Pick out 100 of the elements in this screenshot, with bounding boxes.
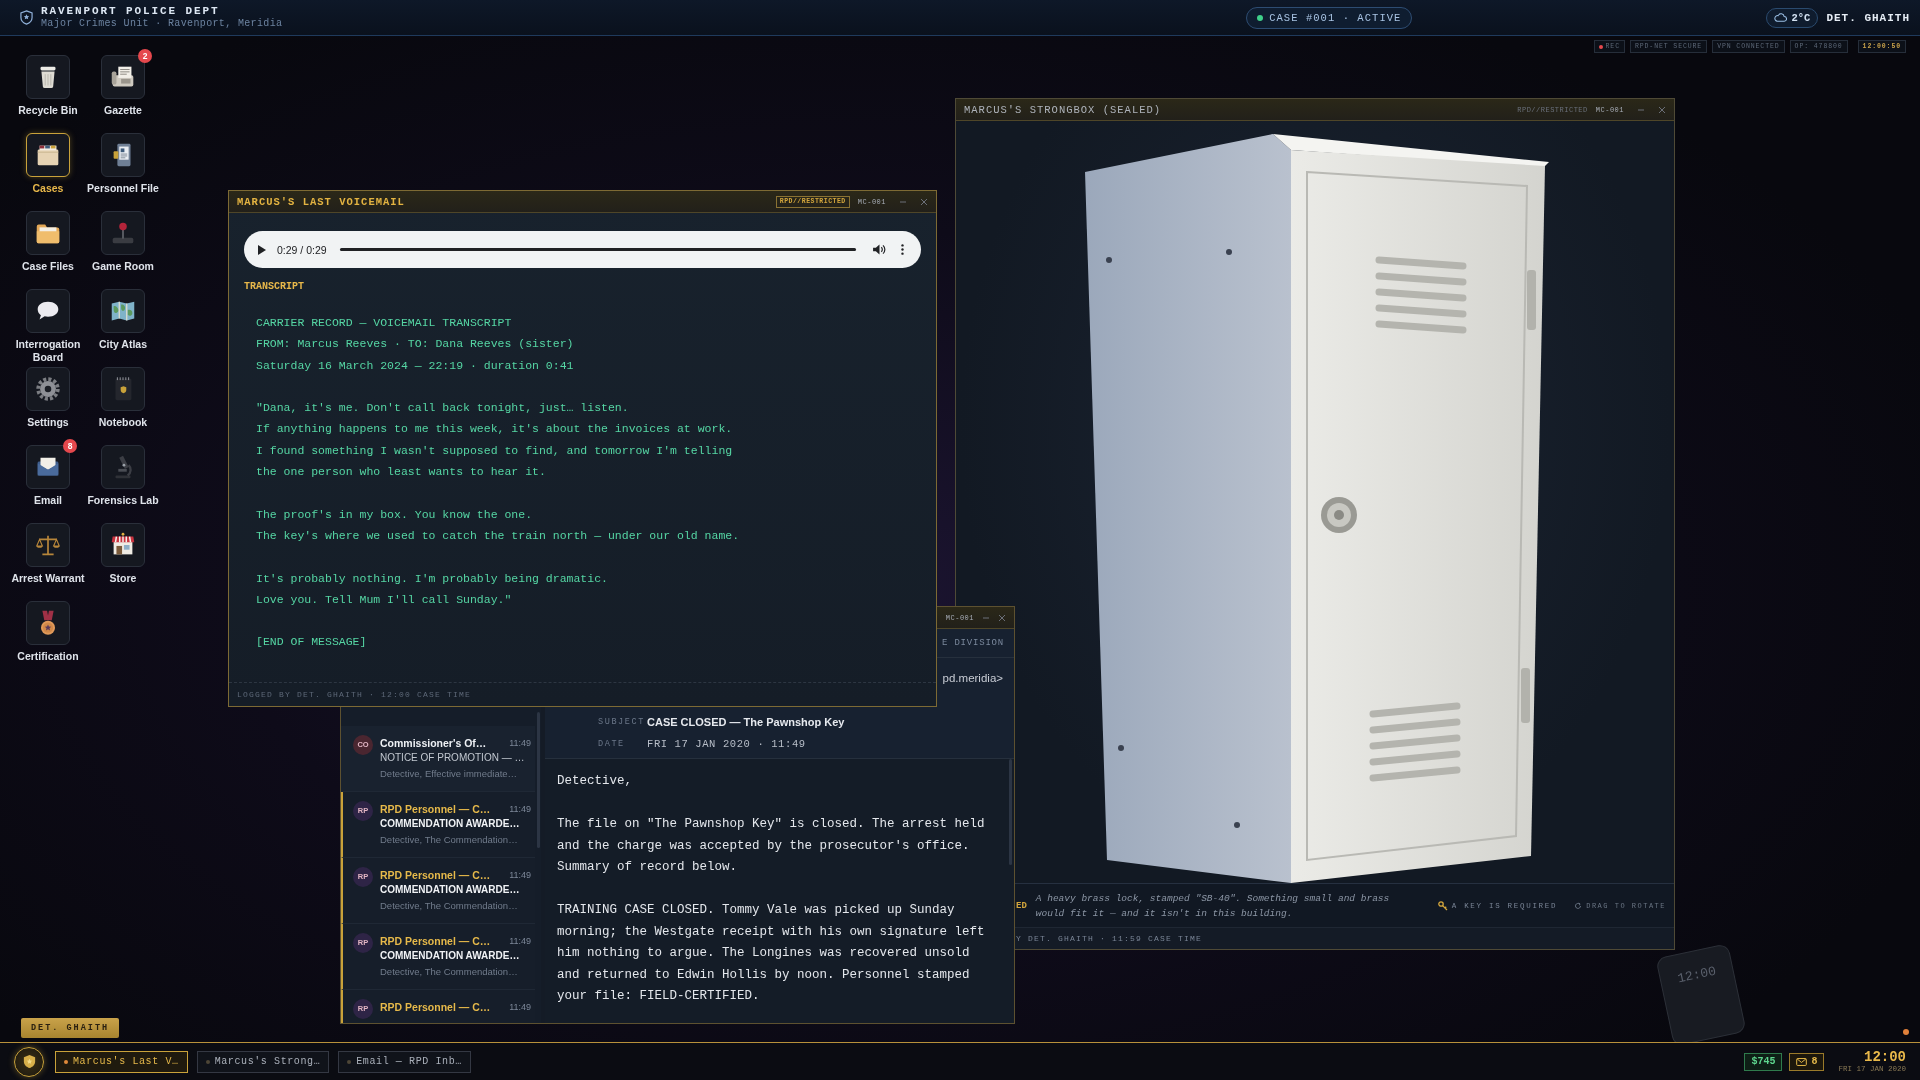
transcript-paragraph: CARRIER RECORD — VOICEMAIL TRANSCRIPT FROM: Marcus Reeves · TO: Dana Reeves (sister) Saturday 16 March 2024 — 22:19 · duration 0:41 <box>256 315 574 374</box>
recording-dot-icon <box>1598 44 1603 49</box>
desktop-shortcut[interactable]: Notebook <box>86 361 160 429</box>
police-badge-icon <box>21 1054 37 1069</box>
field-label: DATE <box>598 739 626 749</box>
microscope-icon <box>101 445 145 489</box>
play-icon[interactable] <box>258 244 266 255</box>
message-paragraph: The file on "The Pawnshop Key" is closed. The arrest held and the charge was accepted by the prosecutor's office. Summary of record below. <box>557 816 986 876</box>
sender-name: RPD Personnel — C… <box>380 868 491 881</box>
file-box-icon <box>26 133 70 177</box>
message-time: 11:49 <box>509 803 531 814</box>
lock-description: A heavy brass lock, stamped "SB-40". Something small and brass would fit it — and it isn't in this building. <box>1035 891 1391 921</box>
message-subject: COMMENDATION AWARDE… <box>380 817 521 831</box>
desktop-shortcut[interactable]: Settings <box>10 361 86 429</box>
case-status-label: CASE #001 · ACTIVE <box>1269 11 1402 24</box>
message-subject: NOTICE OF PROMOTION — … <box>380 751 526 765</box>
log-footer: Y DET. GHAITH · 11:59 CASE TIME <box>1016 934 1203 943</box>
envelope-icon <box>1796 1057 1808 1066</box>
map-icon <box>101 289 145 333</box>
unit-subtitle: Major Crimes Unit · Ravenport, Meridia <box>41 18 283 30</box>
desktop-shortcut[interactable]: Case Files <box>10 205 86 273</box>
transcript-paragraph: It's probably nothing. I'm probably being dramatic. Love you. Tell Mum I'll call Sunday." <box>256 570 608 608</box>
message-paragraph: Detective, <box>557 773 633 790</box>
message-time: 11:49 <box>509 935 531 946</box>
message-paragraph: TRAINING CASE CLOSED. Tommy Vale was picked up Sunday morning; the Westgate receipt with his own signature left him nothing to argue. The Longines was recovered unsold and returned to Edwin Hollis by noon. Personnel stamped your file: FIELD-CERTIFIED. <box>557 902 986 1005</box>
message-date: FRI 17 JAN 2020 · 11:49 <box>647 738 806 750</box>
start-button[interactable] <box>14 1046 44 1077</box>
more-options-icon[interactable] <box>901 244 904 255</box>
status-dot-icon <box>347 1059 352 1064</box>
mail-counter-button[interactable]: 8 <box>1789 1052 1825 1071</box>
shield-icon <box>20 10 33 25</box>
message-subject-heading: CASE CLOSED — The Pawnshop Key <box>647 716 845 728</box>
taskbar-window-button[interactable]: Marcus's Last V… <box>55 1050 188 1073</box>
message-preview: Detective, The Commendation… <box>380 899 519 913</box>
window-title: MARCUS'S LAST VOICEMAIL <box>237 195 405 208</box>
envelope-icon <box>26 445 70 489</box>
message-time: 11:49 <box>509 1001 531 1012</box>
taskbar-window-button[interactable]: Marcus's Strong… <box>196 1050 330 1073</box>
desktop-shortcut[interactable]: Store <box>86 517 160 585</box>
status-dot-icon <box>205 1059 210 1064</box>
desktop-shortcut[interactable]: Cases <box>10 127 86 195</box>
sender-name: RPD Personnel — C… <box>380 802 491 815</box>
folder-icon <box>26 211 70 255</box>
medal-icon <box>26 601 70 645</box>
message-preview: Detective, Effective immediate… <box>380 767 519 781</box>
message-time: 11:49 <box>509 869 531 880</box>
desktop-shortcut[interactable]: Game Room <box>86 205 160 273</box>
desktop-shortcut[interactable]: Personnel File <box>86 127 160 195</box>
desktop-shortcut[interactable]: Recycle Bin <box>10 49 86 117</box>
settings-icon <box>26 367 70 411</box>
trash-bin-icon <box>26 55 70 99</box>
storefront-icon <box>101 523 145 567</box>
transcript-paragraph: "Dana, it's me. Don't call back tonight, just… listen. If anything happens to me this week, it's about the invoices at work. I found something I wasn't supposed to find, and tomorrow I'm telling the one person who least wants to hear it. <box>256 400 733 481</box>
sender-name: RPD Personnel — C… <box>380 934 491 947</box>
phone-clock: 12:00 <box>1676 963 1718 987</box>
log-footer: LOGGED BY DET. GHAITH · 12:00 CASE TIME <box>237 690 472 699</box>
close-icon[interactable] <box>1658 105 1666 114</box>
user-name: DET. GHAITH <box>1826 11 1910 24</box>
desktop-shortcut[interactable]: City Atlas <box>86 283 160 351</box>
desktop-shortcut[interactable]: Arrest Warrant <box>10 517 86 585</box>
rotate-icon <box>1574 901 1583 910</box>
key-icon <box>1437 900 1448 911</box>
money-balance[interactable]: $745 <box>1744 1052 1783 1071</box>
joystick-icon <box>101 211 145 255</box>
transcript-paragraph: [END OF MESSAGE] <box>256 634 367 651</box>
taskbar-clock: 12:00 <box>1864 1049 1906 1065</box>
field-label: SUBJECT <box>598 717 646 727</box>
notebook-icon <box>101 367 145 411</box>
transcript-paragraph: The proof's in my box. You know the one. The key's where we used to catch the train north — under our old name. <box>256 506 740 544</box>
fax-machine-icon <box>101 55 145 99</box>
transcript-heading: TRANSCRIPT <box>244 281 304 293</box>
volume-icon[interactable] <box>873 244 886 255</box>
division-label: E DIVISION <box>942 638 1004 648</box>
message-preview: Detective, The Commendation… <box>380 833 519 847</box>
speech-bubble-icon <box>26 289 70 333</box>
taskbar-window-button[interactable]: Email — RPD Inb… <box>338 1050 471 1073</box>
temperature-label: 2°C <box>1791 11 1811 24</box>
window-title: MARCUS'S STRONGBOX (SEALED) <box>964 103 1162 116</box>
seek-slider[interactable] <box>339 248 856 251</box>
desktop-shortcut[interactable]: Interrogation Board <box>10 283 86 364</box>
id-card-icon <box>101 133 145 177</box>
close-icon[interactable] <box>998 613 1006 622</box>
desktop-shortcut[interactable]: Forensics Lab <box>86 439 160 507</box>
notification-dot-icon <box>1903 1029 1909 1035</box>
close-icon[interactable] <box>920 197 928 206</box>
sender-name: Commissioner's Of… <box>380 736 487 749</box>
sender-address: pd.meridia> <box>942 672 1003 684</box>
playback-time: 0:29 / 0:29 <box>277 243 327 256</box>
user-tag: DET. GHAITH <box>21 1018 120 1038</box>
message-preview: Detective, The Commendation… <box>380 965 519 979</box>
scales-icon <box>26 523 70 567</box>
department-name: RAVENPORT POLICE DEPT <box>41 5 221 18</box>
message-subject: COMMENDATION AWARDE… <box>380 949 521 963</box>
status-dot-icon <box>64 1059 68 1064</box>
sender-name: RPD Personnel — C… <box>380 1000 491 1013</box>
status-label: ED <box>1016 900 1027 911</box>
message-subject: COMMENDATION AWARDE… <box>380 883 521 897</box>
status-dot-icon <box>1257 14 1264 21</box>
desktop-shortcut[interactable]: Certification <box>10 595 86 663</box>
notification-badge: 2 <box>138 49 152 63</box>
